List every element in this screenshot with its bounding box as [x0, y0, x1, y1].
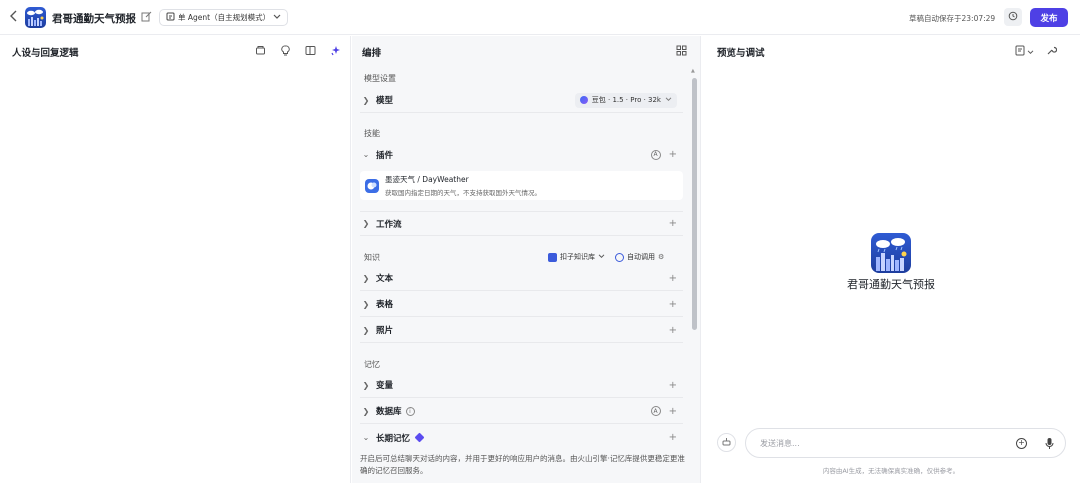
add-plugin-button[interactable]: +	[669, 149, 677, 160]
text-row-label: 文本	[376, 274, 394, 284]
knowledge-base-label: 扣子知识库	[560, 253, 595, 261]
bulb-icon[interactable]	[280, 45, 291, 56]
chevron-left-icon[interactable]	[9, 10, 21, 24]
model-row-label: 模型	[376, 96, 394, 106]
plugin-card[interactable]: 墨迹天气 / DayWeather 获取国内指定日期的天气，不支持获取国外天气情…	[360, 171, 683, 200]
chevron-down-icon	[598, 253, 605, 261]
photo-row[interactable]: ❯ 照片 +	[360, 318, 683, 343]
plugins-row-label: 插件	[376, 150, 394, 161]
scroll-up-arrow-icon[interactable]: ▲	[691, 68, 695, 74]
chevron-right-icon: ❯	[362, 95, 370, 105]
photo-row-label: 照片	[376, 326, 394, 336]
database-row-label: 数据库	[376, 407, 402, 417]
memory-label: 记忆	[364, 360, 380, 369]
persona-toolbar	[255, 45, 341, 56]
orchestration-panel: 编排 模型设置 ❯ 模型 豆包 · 1.5 · Pro · 32k 技能 ⌄ 插…	[352, 36, 701, 483]
long-term-memory-description: 开启后可总结聊天对话的内容，并用于更好的响应用户的消息。由火山引擎·记忆库提供更…	[360, 454, 685, 475]
history-button[interactable]	[1004, 8, 1022, 26]
doubao-icon	[579, 96, 588, 104]
knowledge-label: 知识	[364, 253, 380, 262]
chevron-right-icon: ❯	[362, 219, 370, 228]
table-row[interactable]: ❯ 表格 +	[360, 292, 683, 317]
chevron-down-icon	[273, 13, 281, 22]
text-row[interactable]: ❯ 文本 +	[360, 266, 683, 291]
add-text-button[interactable]: +	[669, 273, 677, 284]
model-select[interactable]: 豆包 · 1.5 · Pro · 32k	[574, 92, 677, 108]
chevron-right-icon: ❯	[362, 273, 370, 283]
variables-row[interactable]: ❯ 变量 +	[360, 373, 683, 398]
auto-call-label: 自动调用	[627, 253, 655, 261]
knowledge-base-icon	[548, 252, 557, 262]
chevron-down-icon	[665, 96, 672, 104]
model-settings-label: 模型设置	[364, 74, 396, 83]
add-variable-button[interactable]: +	[669, 380, 677, 391]
info-icon[interactable]: i	[405, 406, 415, 416]
template-icon[interactable]	[255, 45, 266, 56]
model-select-value: 豆包 · 1.5 · Pro · 32k	[591, 96, 661, 104]
chevron-right-icon: ❯	[362, 406, 370, 416]
add-database-button[interactable]: +	[669, 406, 677, 417]
ai-disclaimer: 内容由AI生成，无法确保真实准确，仅供参考。	[822, 467, 960, 475]
bot-avatar	[871, 233, 911, 273]
orchestration-panel-title: 编排	[362, 48, 382, 59]
chevron-right-icon: ❯	[362, 299, 370, 309]
microphone-icon[interactable]	[1044, 437, 1055, 450]
preview-panel-title: 预览与调试	[717, 48, 765, 59]
auto-badge-icon[interactable]: A	[650, 149, 661, 160]
auto-badge-icon[interactable]: A	[650, 406, 661, 416]
publish-button[interactable]: 发布	[1030, 8, 1068, 27]
long-term-memory-row[interactable]: ⌄ 长期记忆 +	[360, 425, 683, 450]
auto-call-toggle[interactable]: 自动调用 ⚙	[615, 252, 664, 262]
chat-options-button[interactable]	[717, 433, 736, 452]
plugin-name: 墨迹天气 / DayWeather	[385, 175, 469, 184]
chevron-down-icon: ⌄	[362, 150, 370, 159]
plugin-description: 获取国内指定日期的天气，不支持获取国外天气情况。	[385, 189, 541, 197]
skills-label: 技能	[364, 129, 380, 138]
chevron-right-icon: ❯	[362, 380, 370, 390]
chat-input-box[interactable]: +	[745, 428, 1066, 458]
persona-panel-title: 人设与回复逻辑	[12, 48, 79, 59]
layout-toggle-icon[interactable]	[1015, 45, 1026, 56]
auto-call-icon	[615, 252, 624, 262]
bot-name: 君哥通勤天气预报	[847, 278, 935, 291]
top-bar: 君哥通勤天气预报 单 Agent（自主规划模式） 草稿自动保存于23:07:29…	[0, 0, 1080, 35]
scrollbar-thumb[interactable]	[692, 78, 697, 330]
plugins-row[interactable]: ⌄ 插件 A +	[360, 142, 683, 167]
gear-icon[interactable]: ⚙	[658, 253, 664, 261]
sparkle-icon[interactable]	[330, 45, 341, 56]
premium-diamond-icon	[414, 432, 425, 443]
knowledge-base-dropdown[interactable]: 扣子知识库	[548, 252, 605, 262]
chevron-right-icon: ❯	[362, 325, 370, 335]
model-row[interactable]: ❯ 模型 豆包 · 1.5 · Pro · 32k	[360, 88, 683, 113]
chevron-down-icon: ⌄	[362, 433, 370, 442]
table-row-label: 表格	[376, 300, 394, 310]
database-row[interactable]: ❯ 数据库 i A +	[360, 399, 683, 424]
agent-mode-icon	[166, 12, 175, 23]
add-attachment-icon[interactable]: +	[1016, 438, 1027, 449]
app-logo[interactable]	[25, 7, 46, 28]
draft-status: 草稿自动保存于23:07:29	[909, 14, 996, 23]
agent-mode-dropdown[interactable]: 单 Agent（自主规划模式）	[159, 9, 289, 26]
persona-panel: 人设与回复逻辑	[0, 36, 351, 483]
layout-icon[interactable]	[305, 45, 316, 56]
workflow-row[interactable]: ❯ 工作流 +	[360, 211, 683, 236]
long-term-memory-label: 长期记忆	[376, 433, 411, 444]
weather-plugin-icon	[365, 178, 379, 193]
workflow-row-label: 工作流	[376, 219, 402, 230]
preview-panel: 预览与调试 君哥通勤天气预报 + 内容由AI生成，无法确保真实准确，仅供参考。	[702, 36, 1080, 483]
add-workflow-button[interactable]: +	[669, 218, 677, 229]
add-memory-button[interactable]: +	[669, 432, 677, 443]
app-name: 君哥通勤天气预报	[52, 13, 136, 25]
chevron-down-icon[interactable]	[1027, 48, 1034, 58]
history-icon	[1008, 11, 1018, 24]
add-table-button[interactable]: +	[669, 299, 677, 310]
variables-row-label: 变量	[376, 381, 394, 391]
chat-input[interactable]	[760, 438, 1000, 448]
edit-icon[interactable]	[141, 11, 152, 22]
grid-icon[interactable]	[676, 45, 687, 56]
broom-icon	[722, 437, 731, 448]
agent-mode-label: 单 Agent（自主规划模式）	[178, 13, 271, 22]
add-photo-button[interactable]: +	[669, 325, 677, 336]
wrench-icon[interactable]	[1046, 45, 1057, 56]
